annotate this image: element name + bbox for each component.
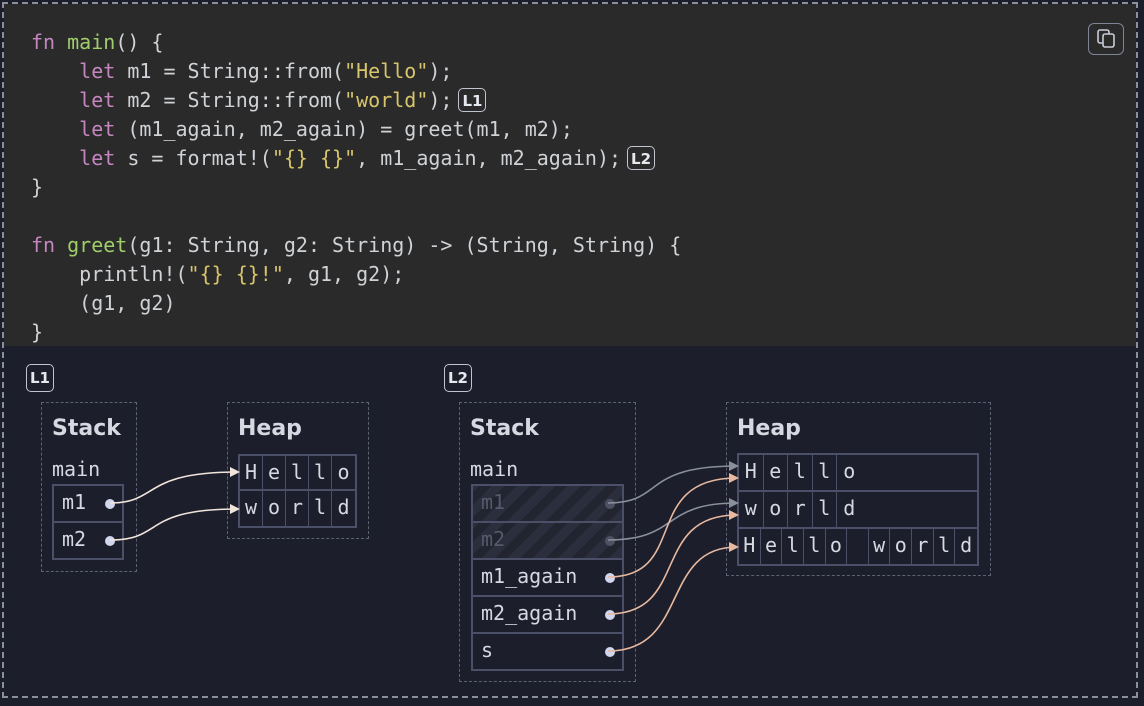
outer-frame [2, 2, 1138, 698]
